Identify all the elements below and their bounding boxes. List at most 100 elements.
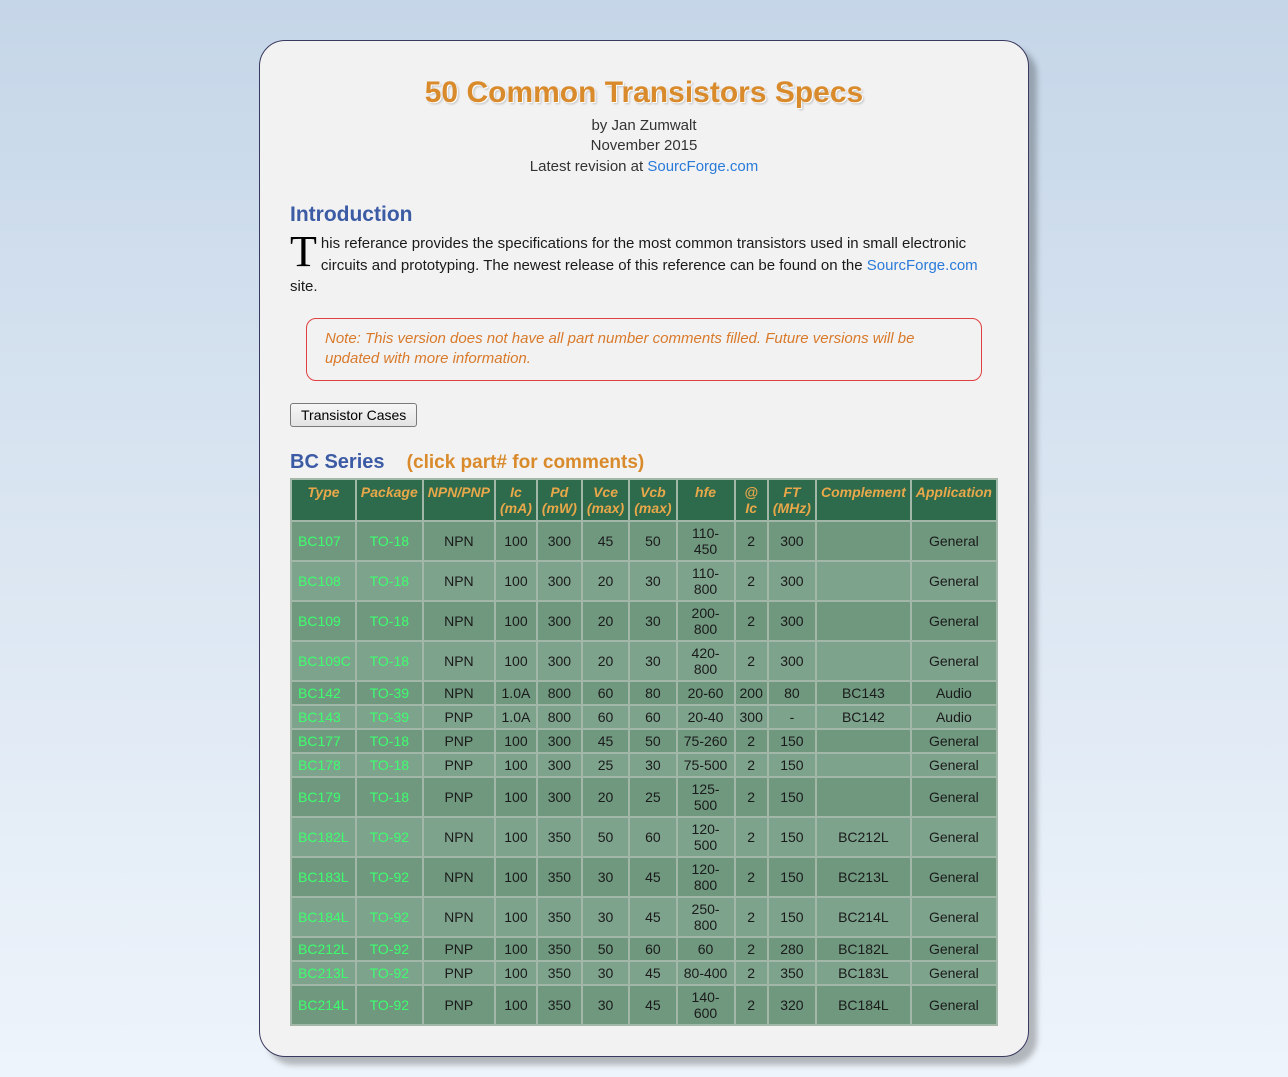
ft-cell: 300 [769,642,815,680]
complement-cell: BC183L [817,962,910,984]
hfe-cell: 420-800 [678,642,734,680]
package-cell: TO-18 [357,602,422,640]
vcb-cell: 45 [630,858,675,896]
ic-cell: 1.0A [496,682,536,704]
vce-cell: 30 [583,858,628,896]
pd-cell: 350 [538,986,581,1024]
npnpnp-cell: NPN [424,642,494,680]
series-name: BC Series [290,451,385,473]
complement-cell: BC212L [817,818,910,856]
vcb-cell: 30 [630,602,675,640]
at-ic-cell: 2 [736,562,767,600]
part-number-link[interactable]: BC213L [292,962,355,984]
package-cell: TO-18 [357,642,422,680]
hfe-cell: 120-500 [678,818,734,856]
npnpnp-cell: PNP [424,730,494,752]
application-cell: General [912,642,996,680]
vcb-cell: 45 [630,986,675,1024]
application-cell: General [912,898,996,936]
application-cell: General [912,522,996,560]
package-cell: TO-18 [357,730,422,752]
table-row: BC177TO-18PNP100300455075-2602150General [292,730,996,752]
ft-cell: 150 [769,730,815,752]
package-cell: TO-92 [357,962,422,984]
hfe-cell: 60 [678,938,734,960]
hfe-cell: 140-600 [678,986,734,1024]
at-ic-cell: 2 [736,730,767,752]
col-vcb: Vcb(max) [630,480,675,520]
part-number-link[interactable]: BC184L [292,898,355,936]
at-ic-cell: 2 [736,522,767,560]
vce-cell: 20 [583,778,628,816]
complement-cell [817,778,910,816]
hfe-cell: 20-40 [678,706,734,728]
intro-paragraph: This referance provides the specificatio… [290,233,998,298]
part-number-link[interactable]: BC182L [292,818,355,856]
vcb-cell: 30 [630,754,675,776]
series-hint: (click part# for comments) [407,452,645,473]
complement-cell [817,754,910,776]
vce-cell: 50 [583,818,628,856]
at-ic-cell: 2 [736,818,767,856]
at-ic-cell: 2 [736,858,767,896]
table-row: BC214LTO-92PNP1003503045140-6002320BC184… [292,986,996,1024]
ic-cell: 100 [496,938,536,960]
part-number-link[interactable]: BC109 [292,602,355,640]
package-cell: TO-18 [357,562,422,600]
part-number-link[interactable]: BC143 [292,706,355,728]
pd-cell: 350 [538,962,581,984]
vce-cell: 45 [583,730,628,752]
package-cell: TO-39 [357,706,422,728]
table-row: BC109TO-18NPN1003002030200-8002300Genera… [292,602,996,640]
part-number-link[interactable]: BC107 [292,522,355,560]
vcb-cell: 30 [630,562,675,600]
npnpnp-cell: PNP [424,986,494,1024]
part-number-link[interactable]: BC108 [292,562,355,600]
part-number-link[interactable]: BC179 [292,778,355,816]
table-row: BC179TO-18PNP1003002025125-5002150Genera… [292,778,996,816]
ft-cell: 320 [769,986,815,1024]
table-row: BC107TO-18NPN1003004550110-4502300Genera… [292,522,996,560]
transistor-cases-button[interactable]: Transistor Cases [290,403,417,427]
at-ic-cell: 2 [736,642,767,680]
revision-link[interactable]: SourcForge.com [647,158,758,175]
npnpnp-cell: NPN [424,898,494,936]
ft-cell: 150 [769,818,815,856]
ic-cell: 100 [496,898,536,936]
hfe-cell: 125-500 [678,778,734,816]
intro-heading: Introduction [290,203,998,227]
package-cell: TO-92 [357,986,422,1024]
part-number-link[interactable]: BC109C [292,642,355,680]
revision-prefix: Latest revision at [530,158,648,175]
table-row: BC183LTO-92NPN1003503045120-8002150BC213… [292,858,996,896]
at-ic-cell: 2 [736,778,767,816]
vce-cell: 60 [583,682,628,704]
col-vce: Vce(max) [583,480,628,520]
pd-cell: 300 [538,754,581,776]
part-number-link[interactable]: BC142 [292,682,355,704]
part-number-link[interactable]: BC178 [292,754,355,776]
npnpnp-cell: NPN [424,522,494,560]
ic-cell: 100 [496,858,536,896]
intro-link[interactable]: SourcForge.com [867,257,978,274]
npnpnp-cell: NPN [424,858,494,896]
application-cell: General [912,754,996,776]
complement-cell [817,562,910,600]
npnpnp-cell: PNP [424,938,494,960]
part-number-link[interactable]: BC177 [292,730,355,752]
application-cell: General [912,818,996,856]
table-header-row: Type Package NPN/PNP Ic(mA) Pd(mW) Vce(m… [292,480,996,520]
package-cell: TO-92 [357,818,422,856]
at-ic-cell: 200 [736,682,767,704]
col-complement: Complement [817,480,910,520]
part-number-link[interactable]: BC183L [292,858,355,896]
part-number-link[interactable]: BC214L [292,986,355,1024]
part-number-link[interactable]: BC212L [292,938,355,960]
table-row: BC184LTO-92NPN1003503045250-8002150BC214… [292,898,996,936]
package-cell: TO-92 [357,858,422,896]
col-npnpnp: NPN/PNP [424,480,494,520]
npnpnp-cell: NPN [424,818,494,856]
pd-cell: 350 [538,818,581,856]
hfe-cell: 20-60 [678,682,734,704]
complement-cell: BC213L [817,858,910,896]
